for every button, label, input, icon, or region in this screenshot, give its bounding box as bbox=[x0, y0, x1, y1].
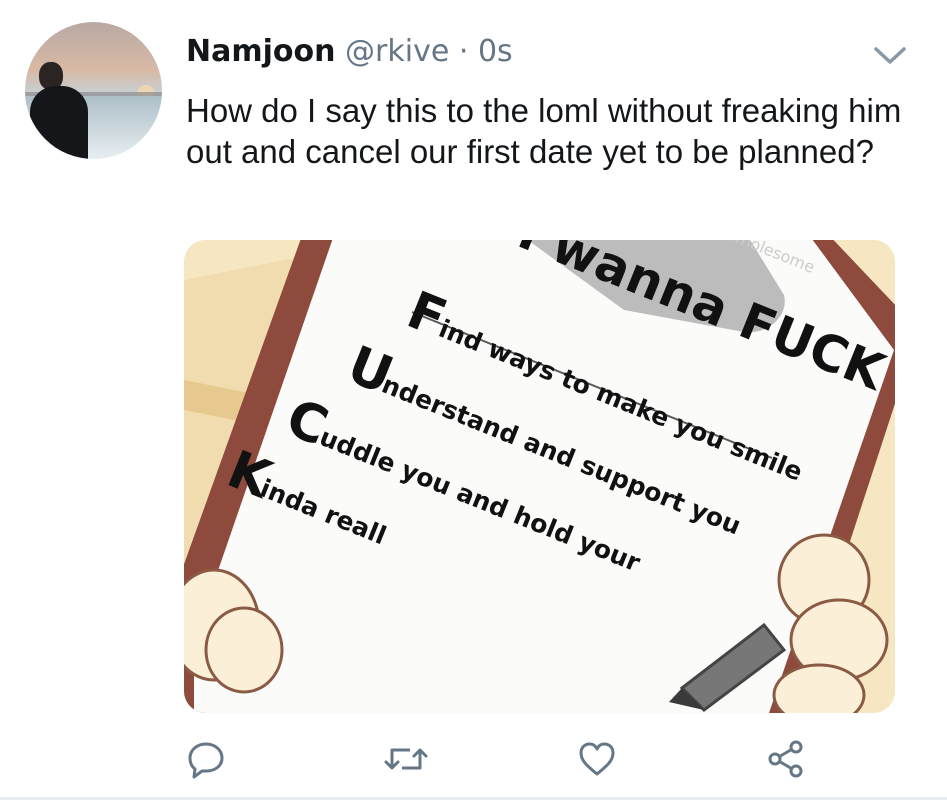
tweet-text: How do I say this to the loml without fr… bbox=[186, 92, 902, 170]
avatar[interactable] bbox=[25, 22, 162, 159]
user-handle[interactable]: @rkive bbox=[345, 34, 449, 69]
tweet-header: Namjoon @rkive · 0s bbox=[186, 30, 513, 74]
display-name[interactable]: Namjoon bbox=[186, 34, 335, 69]
share-icon[interactable] bbox=[762, 735, 810, 783]
avatar-person-body bbox=[30, 86, 88, 159]
tweet-media-image[interactable]: I wanna FUCK wholesome F ind ways to mak… bbox=[184, 240, 895, 713]
chevron-down-icon[interactable] bbox=[868, 40, 912, 70]
reply-icon[interactable] bbox=[182, 735, 230, 783]
heart-icon[interactable] bbox=[573, 735, 621, 783]
header-separator: · bbox=[458, 34, 469, 69]
tweet[interactable]: Namjoon @rkive · 0s How do I say this to… bbox=[0, 0, 947, 800]
meme-illustration: I wanna FUCK wholesome F ind ways to mak… bbox=[184, 240, 895, 713]
tweet-timestamp[interactable]: 0s bbox=[478, 34, 513, 69]
tweet-actions bbox=[0, 735, 947, 783]
retweet-icon[interactable] bbox=[382, 735, 430, 783]
